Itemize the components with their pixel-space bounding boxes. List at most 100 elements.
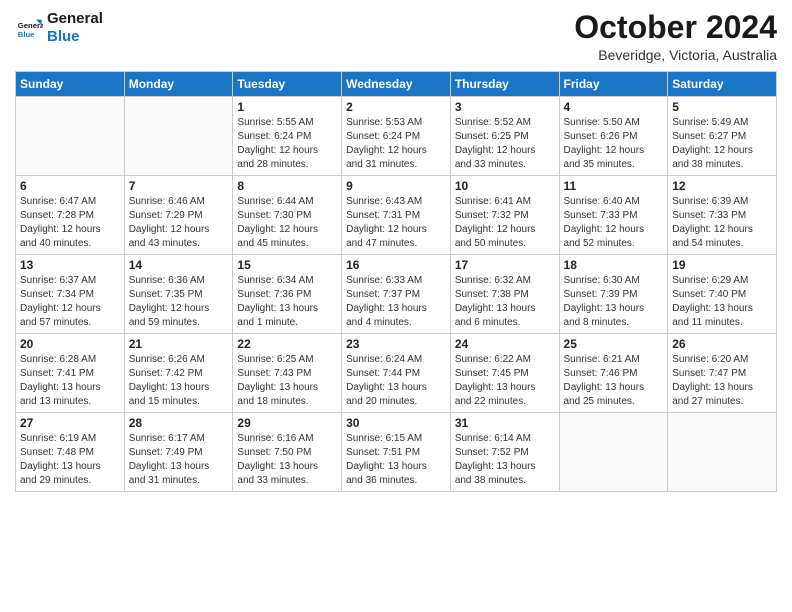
day-cell: 5 Sunrise: 5:49 AM Sunset: 6:27 PM Daylig… — [668, 97, 777, 176]
day-number: 13 — [20, 258, 120, 272]
month-title: October 2024 — [574, 10, 777, 45]
svg-text:Blue: Blue — [18, 30, 35, 39]
day-number: 21 — [129, 337, 229, 351]
day-cell: 8 Sunrise: 6:44 AM Sunset: 7:30 PM Daylig… — [233, 176, 342, 255]
day-cell: 14 Sunrise: 6:36 AM Sunset: 7:35 PM Dayli… — [124, 255, 233, 334]
day-info: Sunrise: 6:25 AM Sunset: 7:43 PM Dayligh… — [237, 353, 337, 409]
day-cell: 31 Sunrise: 6:14 AM Sunset: 7:52 PM Dayli… — [450, 413, 559, 492]
day-number: 1 — [237, 100, 337, 114]
day-cell: 9 Sunrise: 6:43 AM Sunset: 7:31 PM Daylig… — [342, 176, 451, 255]
day-number: 19 — [672, 258, 772, 272]
day-info: Sunrise: 6:44 AM Sunset: 7:30 PM Dayligh… — [237, 195, 337, 251]
day-number: 28 — [129, 416, 229, 430]
day-cell: 30 Sunrise: 6:15 AM Sunset: 7:51 PM Dayli… — [342, 413, 451, 492]
day-number: 14 — [129, 258, 229, 272]
day-cell: 4 Sunrise: 5:50 AM Sunset: 6:26 PM Daylig… — [559, 97, 668, 176]
day-cell: 13 Sunrise: 6:37 AM Sunset: 7:34 PM Dayli… — [16, 255, 125, 334]
day-cell: 26Sunrise: 6:20 AM Sunset: 7:47 PM Dayli… — [668, 334, 777, 413]
day-number: 10 — [455, 179, 555, 193]
day-cell: 20 Sunrise: 6:28 AM Sunset: 7:41 PM Dayli… — [16, 334, 125, 413]
day-cell: 12Sunrise: 6:39 AM Sunset: 7:33 PM Dayli… — [668, 176, 777, 255]
day-cell: 11 Sunrise: 6:40 AM Sunset: 7:33 PM Dayli… — [559, 176, 668, 255]
week-row-3: 13 Sunrise: 6:37 AM Sunset: 7:34 PM Dayli… — [16, 255, 777, 334]
day-info: Sunrise: 6:32 AM Sunset: 7:38 PM Dayligh… — [455, 274, 555, 330]
day-cell — [16, 97, 125, 176]
day-cell: 3 Sunrise: 5:52 AM Sunset: 6:25 PM Daylig… — [450, 97, 559, 176]
day-cell: 17Sunrise: 6:32 AM Sunset: 7:38 PM Dayli… — [450, 255, 559, 334]
day-info: Sunrise: 5:55 AM Sunset: 6:24 PM Dayligh… — [237, 116, 337, 172]
day-info: Sunrise: 6:28 AM Sunset: 7:41 PM Dayligh… — [20, 353, 120, 409]
week-row-5: 27 Sunrise: 6:19 AM Sunset: 7:48 PM Dayli… — [16, 413, 777, 492]
day-number: 26 — [672, 337, 772, 351]
day-cell — [668, 413, 777, 492]
day-number: 9 — [346, 179, 446, 193]
week-row-2: 6 Sunrise: 6:47 AM Sunset: 7:28 PM Daylig… — [16, 176, 777, 255]
day-info: Sunrise: 6:34 AM Sunset: 7:36 PM Dayligh… — [237, 274, 337, 330]
day-info: Sunrise: 6:21 AM Sunset: 7:46 PM Dayligh… — [564, 353, 664, 409]
day-cell: 2 Sunrise: 5:53 AM Sunset: 6:24 PM Daylig… — [342, 97, 451, 176]
day-number: 20 — [20, 337, 120, 351]
day-info: Sunrise: 6:46 AM Sunset: 7:29 PM Dayligh… — [129, 195, 229, 251]
day-cell: 21Sunrise: 6:26 AM Sunset: 7:42 PM Dayli… — [124, 334, 233, 413]
day-number: 18 — [564, 258, 664, 272]
day-cell: 19 Sunrise: 6:29 AM Sunset: 7:40 PM Dayli… — [668, 255, 777, 334]
day-cell: 22 Sunrise: 6:25 AM Sunset: 7:43 PM Dayli… — [233, 334, 342, 413]
logo: General Blue General Blue — [15, 10, 103, 46]
day-cell: 1 Sunrise: 5:55 AM Sunset: 6:24 PM Daylig… — [233, 97, 342, 176]
day-info: Sunrise: 5:50 AM Sunset: 6:26 PM Dayligh… — [564, 116, 664, 172]
day-info: Sunrise: 6:47 AM Sunset: 7:28 PM Dayligh… — [20, 195, 120, 251]
day-number: 5 — [672, 100, 772, 114]
day-number: 22 — [237, 337, 337, 351]
day-cell: 7 Sunrise: 6:46 AM Sunset: 7:29 PM Daylig… — [124, 176, 233, 255]
day-number: 7 — [129, 179, 229, 193]
location: Beveridge, Victoria, Australia — [574, 47, 777, 63]
day-info: Sunrise: 6:43 AM Sunset: 7:31 PM Dayligh… — [346, 195, 446, 251]
day-cell: 29Sunrise: 6:16 AM Sunset: 7:50 PM Dayli… — [233, 413, 342, 492]
day-cell: 27 Sunrise: 6:19 AM Sunset: 7:48 PM Dayli… — [16, 413, 125, 492]
day-cell: 16Sunrise: 6:33 AM Sunset: 7:37 PM Dayli… — [342, 255, 451, 334]
day-info: Sunrise: 6:15 AM Sunset: 7:51 PM Dayligh… — [346, 432, 446, 488]
page: General Blue General Blue October 2024 B… — [0, 0, 792, 612]
day-number: 27 — [20, 416, 120, 430]
day-number: 8 — [237, 179, 337, 193]
day-cell — [124, 97, 233, 176]
day-number: 30 — [346, 416, 446, 430]
day-number: 29 — [237, 416, 337, 430]
day-number: 6 — [20, 179, 120, 193]
day-info: Sunrise: 6:14 AM Sunset: 7:52 PM Dayligh… — [455, 432, 555, 488]
day-number: 31 — [455, 416, 555, 430]
day-number: 4 — [564, 100, 664, 114]
logo-icon: General Blue — [15, 14, 43, 42]
weekday-header-monday: Monday — [124, 72, 233, 97]
title-block: October 2024 Beveridge, Victoria, Austra… — [574, 10, 777, 63]
day-info: Sunrise: 6:37 AM Sunset: 7:34 PM Dayligh… — [20, 274, 120, 330]
day-number: 3 — [455, 100, 555, 114]
logo-blue: Blue — [47, 28, 103, 46]
day-info: Sunrise: 6:39 AM Sunset: 7:33 PM Dayligh… — [672, 195, 772, 251]
day-info: Sunrise: 5:49 AM Sunset: 6:27 PM Dayligh… — [672, 116, 772, 172]
day-cell: 23Sunrise: 6:24 AM Sunset: 7:44 PM Dayli… — [342, 334, 451, 413]
day-info: Sunrise: 6:19 AM Sunset: 7:48 PM Dayligh… — [20, 432, 120, 488]
header: General Blue General Blue October 2024 B… — [15, 10, 777, 63]
weekday-header-tuesday: Tuesday — [233, 72, 342, 97]
weekday-header-row: SundayMondayTuesdayWednesdayThursdayFrid… — [16, 72, 777, 97]
day-info: Sunrise: 6:36 AM Sunset: 7:35 PM Dayligh… — [129, 274, 229, 330]
day-info: Sunrise: 6:22 AM Sunset: 7:45 PM Dayligh… — [455, 353, 555, 409]
day-number: 11 — [564, 179, 664, 193]
day-info: Sunrise: 5:53 AM Sunset: 6:24 PM Dayligh… — [346, 116, 446, 172]
day-info: Sunrise: 5:52 AM Sunset: 6:25 PM Dayligh… — [455, 116, 555, 172]
day-info: Sunrise: 6:40 AM Sunset: 7:33 PM Dayligh… — [564, 195, 664, 251]
day-cell: 25 Sunrise: 6:21 AM Sunset: 7:46 PM Dayli… — [559, 334, 668, 413]
day-cell — [559, 413, 668, 492]
logo-general: General — [47, 10, 103, 28]
day-number: 24 — [455, 337, 555, 351]
week-row-1: 1 Sunrise: 5:55 AM Sunset: 6:24 PM Daylig… — [16, 97, 777, 176]
weekday-header-friday: Friday — [559, 72, 668, 97]
weekday-header-wednesday: Wednesday — [342, 72, 451, 97]
day-number: 25 — [564, 337, 664, 351]
day-number: 2 — [346, 100, 446, 114]
day-cell: 10Sunrise: 6:41 AM Sunset: 7:32 PM Dayli… — [450, 176, 559, 255]
day-info: Sunrise: 6:29 AM Sunset: 7:40 PM Dayligh… — [672, 274, 772, 330]
day-cell: 18Sunrise: 6:30 AM Sunset: 7:39 PM Dayli… — [559, 255, 668, 334]
weekday-header-sunday: Sunday — [16, 72, 125, 97]
